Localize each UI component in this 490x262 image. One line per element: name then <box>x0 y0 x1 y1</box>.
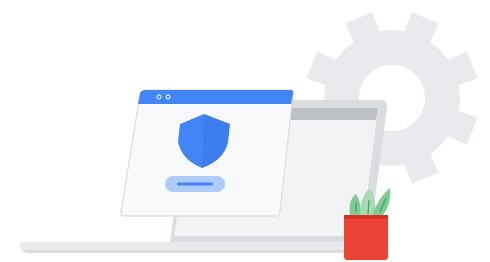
security-illustration <box>0 0 490 262</box>
illustration-canvas <box>20 12 478 260</box>
window-action-button <box>165 176 225 192</box>
plant-pot-rim <box>344 215 388 219</box>
security-window <box>120 89 294 217</box>
plant-pot <box>344 215 388 260</box>
laptop-base-shadow <box>22 250 368 253</box>
